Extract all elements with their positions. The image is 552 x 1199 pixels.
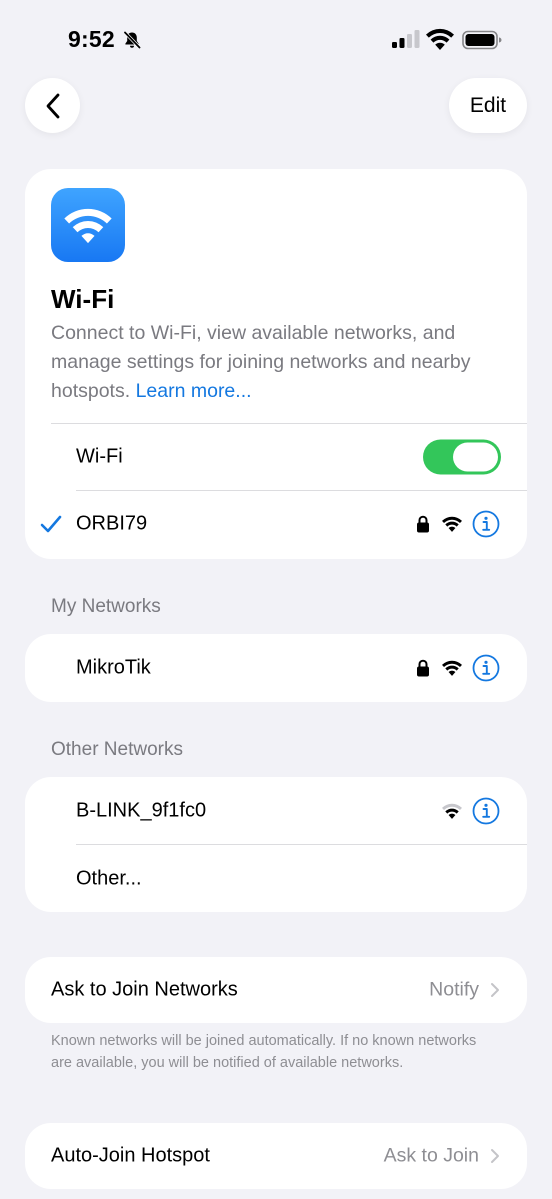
info-icon[interactable] [472, 510, 500, 538]
wifi-main-card: Wi-Fi Connect to Wi-Fi, view available n… [25, 169, 527, 559]
network-name: B-LINK_9f1fc0 [76, 799, 207, 821]
wifi-signal-icon [442, 803, 462, 819]
battery-icon [462, 30, 502, 50]
network-name: MikroTik [76, 656, 151, 679]
ask-to-join-card: Ask to Join Networks Notify [25, 957, 527, 1023]
bell-slash-icon [123, 31, 141, 49]
network-row[interactable]: MikroTik [25, 635, 527, 701]
wifi-icon [64, 208, 112, 244]
chevron-right-icon [491, 1149, 499, 1163]
info-icon[interactable] [472, 797, 500, 825]
edit-button[interactable]: Edit [449, 78, 527, 133]
chevron-right-icon [491, 983, 499, 997]
ask-to-join-row[interactable]: Ask to Join Networks Notify [25, 957, 527, 1023]
network-row[interactable]: B-LINK_9f1fc0 [25, 777, 527, 844]
toggle-knob [453, 442, 498, 472]
back-button[interactable] [25, 78, 80, 133]
wifi-signal-icon [442, 660, 462, 676]
connected-network-row[interactable]: ORBI79 [25, 491, 527, 557]
wifi-icon [426, 28, 454, 50]
other-network-row[interactable]: Other... [25, 845, 527, 912]
ask-to-join-value: Notify [429, 978, 479, 1001]
info-icon[interactable] [472, 654, 500, 682]
page-description: Connect to Wi-Fi, view available network… [51, 319, 511, 406]
my-networks-card: MikroTik [25, 634, 527, 702]
wifi-toggle[interactable] [423, 439, 501, 475]
checkmark-icon [40, 515, 62, 533]
network-name: ORBI79 [76, 512, 148, 535]
cellular-signal-icon [392, 30, 420, 48]
auto-join-hotspot-row[interactable]: Auto-Join Hotspot Ask to Join [25, 1123, 527, 1189]
auto-join-hotspot-value: Ask to Join [383, 1144, 479, 1167]
learn-more-link[interactable]: Learn more... [136, 380, 252, 402]
page-title: Wi-Fi [51, 284, 115, 314]
other-networks-card: B-LINK_9f1fc0 Other... [25, 777, 527, 912]
lock-icon [417, 659, 429, 677]
wifi-signal-icon [442, 516, 462, 532]
section-header-other-networks: Other Networks [51, 739, 183, 760]
wifi-app-icon [51, 188, 125, 262]
section-header-my-networks: My Networks [51, 596, 161, 617]
wifi-toggle-row: Wi-Fi [25, 424, 527, 490]
wifi-toggle-label: Wi-Fi [76, 445, 123, 468]
auto-join-hotspot-label: Auto-Join Hotspot [51, 1144, 210, 1167]
ask-to-join-label: Ask to Join Networks [51, 978, 238, 1001]
ask-to-join-footnote: Known networks will be joined automatica… [51, 1033, 477, 1071]
chevron-left-icon [46, 93, 59, 118]
status-bar: 9:52 [0, 0, 552, 70]
status-time: 9:52 [68, 26, 115, 52]
description-text: Connect to Wi-Fi, view available network… [51, 322, 471, 402]
auto-join-hotspot-card: Auto-Join Hotspot Ask to Join [25, 1123, 527, 1189]
lock-icon [417, 515, 429, 533]
other-network-label: Other... [76, 867, 142, 889]
